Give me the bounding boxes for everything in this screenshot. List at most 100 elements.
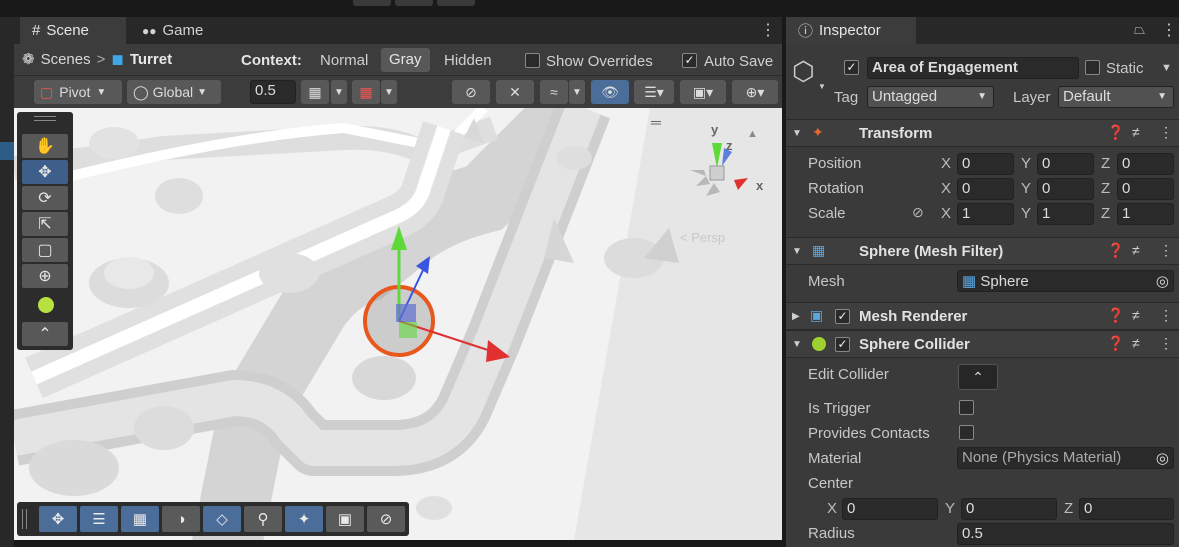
is-trigger-checkbox[interactable] — [959, 400, 974, 415]
pivot-dropdown[interactable]: ▢ Pivot ▼ — [34, 80, 122, 104]
position-z-input[interactable]: 0 — [1117, 153, 1174, 175]
snap-value-input[interactable]: 0.5 — [250, 80, 296, 104]
component-menu-icon[interactable]: ⋮ — [1159, 242, 1173, 259]
sphere-collider-enabled-checkbox[interactable]: ✓ — [835, 337, 850, 352]
sphere-collider-header[interactable]: ▼ ✓ Sphere Collider ❓ ≠ ⋮ — [786, 330, 1179, 358]
preset-icon[interactable]: ≠ — [1132, 124, 1140, 140]
camera-overlay-icon[interactable]: ▣ — [326, 506, 364, 532]
icon-dropdown-arrow[interactable]: ▼ — [818, 82, 826, 91]
active-checkbox[interactable]: ✓ — [844, 60, 859, 75]
sphere-collider-tool-icon[interactable] — [38, 297, 54, 313]
scale-x-input[interactable]: 1 — [957, 203, 1014, 225]
static-checkbox[interactable] — [1085, 60, 1100, 75]
effects-off-icon[interactable]: ≈ — [540, 80, 568, 104]
camera-icon[interactable]: ▣▾ — [680, 80, 726, 104]
grid-snap-button[interactable]: ▦ — [301, 80, 329, 104]
visibility-eye-icon[interactable]: 👁 — [591, 80, 629, 104]
radius-input[interactable]: 0.5 — [957, 523, 1174, 545]
object-name-input[interactable]: Area of Engagement — [867, 57, 1079, 79]
tab-inspector[interactable]: ⓘ Inspector — [786, 17, 916, 44]
persp-label[interactable]: < Persp — [680, 230, 725, 245]
layers-icon[interactable]: ☰▾ — [634, 80, 674, 104]
object-picker-icon[interactable]: ◎ — [1156, 449, 1169, 467]
transform-header[interactable]: ▼ ✦ Transform ❓ ≠ ⋮ — [786, 119, 1179, 147]
tag-dropdown[interactable]: Untagged ▼ — [867, 86, 994, 108]
scale-tool-icon[interactable]: ⇱ — [22, 212, 68, 236]
preset-icon[interactable]: ≠ — [1132, 307, 1140, 323]
edit-collider-tool-icon[interactable]: ⌃ — [22, 322, 68, 346]
component-menu-icon[interactable]: ⋮ — [1159, 124, 1173, 141]
top-button-2[interactable] — [395, 0, 433, 6]
global-dropdown[interactable]: ◯ Global ▼ — [127, 80, 221, 104]
move-overlay-icon[interactable]: ✥ — [39, 506, 77, 532]
rotation-z-input[interactable]: 0 — [1117, 178, 1174, 200]
component-menu-icon[interactable]: ⋮ — [1159, 307, 1173, 324]
increment-snap-dropdown[interactable]: ▼ — [381, 80, 397, 104]
edit-collider-button[interactable]: ⌃ — [958, 364, 998, 390]
breadcrumb-scenes[interactable]: Scenes — [41, 51, 91, 68]
gizmos-icon[interactable]: ⊕▾ — [732, 80, 778, 104]
overlay-menu-icon[interactable]: ═ — [651, 114, 661, 130]
pivot-overlay-icon[interactable]: ✦ — [285, 506, 323, 532]
provides-contacts-checkbox[interactable] — [959, 425, 974, 440]
mesh-filter-header[interactable]: ▼ ▦ Sphere (Mesh Filter) ❓ ≠ ⋮ — [786, 237, 1179, 265]
tab-game[interactable]: ●● Game — [130, 17, 230, 44]
hierarchy-selected-row[interactable] — [0, 142, 14, 160]
auto-save-checkbox[interactable]: ✓ — [682, 53, 697, 68]
effects-dropdown[interactable]: ▼ — [569, 80, 585, 104]
context-hidden[interactable]: Hidden — [444, 52, 492, 69]
lighting-off-icon[interactable]: ✕ — [496, 80, 534, 104]
toggle-2d-off-icon[interactable]: ⊘ — [452, 80, 490, 104]
hand-tool-icon[interactable]: ✋ — [22, 134, 68, 158]
help-icon[interactable]: ❓ — [1107, 335, 1124, 352]
scale-z-input[interactable]: 1 — [1117, 203, 1174, 225]
preset-icon[interactable]: ≠ — [1132, 335, 1140, 351]
rotate-tool-icon[interactable]: ⟳ — [22, 186, 68, 210]
object-picker-icon[interactable]: ◎ — [1156, 272, 1169, 290]
inspector-menu-icon[interactable]: ⋮ — [1161, 20, 1177, 40]
compass-icon[interactable]: ⊘ — [367, 506, 405, 532]
transform-gizmo[interactable] — [344, 218, 544, 378]
help-icon[interactable]: ❓ — [1107, 242, 1124, 259]
component-menu-icon[interactable]: ⋮ — [1159, 335, 1173, 352]
transform-tool-icon[interactable]: ⊕ — [22, 264, 68, 288]
center-x-input[interactable]: 0 — [842, 498, 938, 520]
constrain-proportions-icon[interactable]: ⊘ — [912, 204, 924, 221]
search-icon[interactable]: ⚲ — [244, 506, 282, 532]
move-tool-icon[interactable]: ✥ — [22, 160, 68, 184]
tools-overlay-handle[interactable] — [34, 116, 56, 121]
context-normal[interactable]: Normal — [320, 52, 368, 69]
preset-icon[interactable]: ≠ — [1132, 242, 1140, 258]
bottom-overlay-handle[interactable] — [22, 509, 27, 529]
help-icon[interactable]: ❓ — [1107, 124, 1124, 141]
lock-icon[interactable]: ▲ — [747, 128, 758, 140]
top-button-3[interactable] — [437, 0, 475, 6]
sliders-icon[interactable]: ☰ — [80, 506, 118, 532]
inspector-lock-icon[interactable]: ⏢ — [1134, 21, 1145, 38]
tab-scene[interactable]: # Scene — [20, 17, 126, 44]
center-y-input[interactable]: 0 — [961, 498, 1057, 520]
mesh-renderer-header[interactable]: ▶ ▣ ✓ Mesh Renderer ❓ ≠ ⋮ — [786, 302, 1179, 330]
increment-snap-button[interactable]: ▦ — [352, 80, 380, 104]
rotation-x-input[interactable]: 0 — [957, 178, 1014, 200]
breadcrumb-turret[interactable]: Turret — [130, 51, 172, 68]
context-gray[interactable]: Gray — [381, 48, 430, 72]
rotation-y-input[interactable]: 0 — [1037, 178, 1094, 200]
grid-snap-dropdown[interactable]: ▼ — [331, 80, 347, 104]
layer-dropdown[interactable]: Default ▼ — [1058, 86, 1174, 108]
mesh-renderer-enabled-checkbox[interactable]: ✓ — [835, 309, 850, 324]
orientation-gizmo[interactable] — [676, 128, 766, 218]
rect-tool-icon[interactable]: ▢ — [22, 238, 68, 262]
scale-y-input[interactable]: 1 — [1037, 203, 1094, 225]
help-icon[interactable]: ❓ — [1107, 307, 1124, 324]
show-overrides-checkbox[interactable] — [525, 53, 540, 68]
static-dropdown-icon[interactable]: ▼ — [1161, 62, 1172, 74]
material-object-field[interactable]: None (Physics Material) ◎ — [957, 447, 1174, 469]
scene-tab-menu-icon[interactable]: ⋮ — [760, 20, 776, 40]
shading-icon[interactable]: ◑ — [162, 506, 200, 532]
top-button-1[interactable] — [353, 0, 391, 6]
navmesh-icon[interactable]: ◇ — [203, 506, 241, 532]
position-y-input[interactable]: 0 — [1037, 153, 1094, 175]
center-z-input[interactable]: 0 — [1079, 498, 1174, 520]
grid-overlay-icon[interactable]: ▦ — [121, 506, 159, 532]
